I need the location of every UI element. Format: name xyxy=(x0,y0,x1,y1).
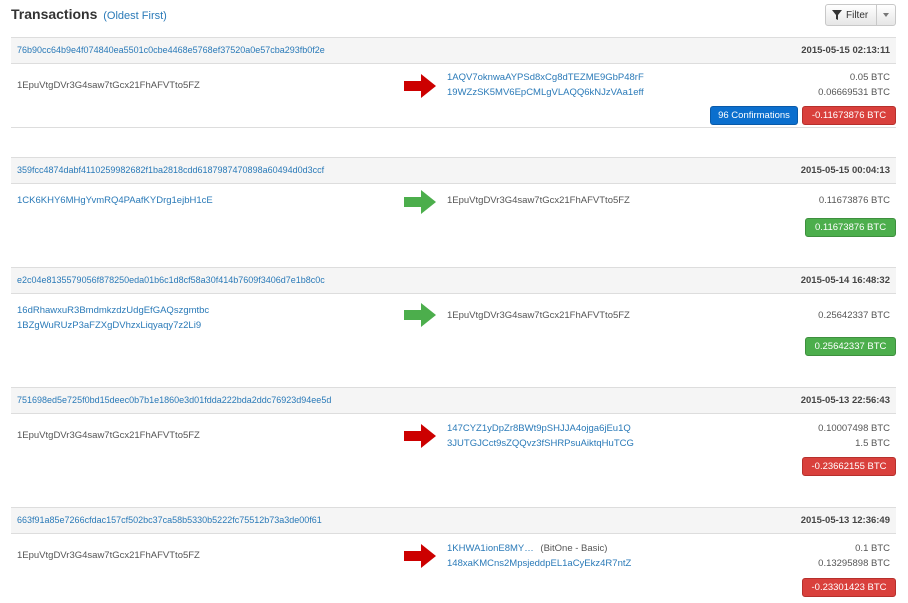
total-amount-badge: -0.11673876 BTC xyxy=(802,106,896,125)
output-amount: 1.5 BTC xyxy=(855,438,890,449)
output-address-label: (BitOne - Basic) xyxy=(540,543,608,554)
transaction-hash-link[interactable]: 359fcc4874dabf4110259982682f1ba2818cdd61… xyxy=(17,165,324,175)
output-address: 1EpuVtgDVr3G4saw7tGcx21FhAFVTto5FZ xyxy=(447,310,630,321)
output-addresses: 1KHWA1ionE8MY… (BitOne - Basic) 148xaKMC… xyxy=(447,541,631,571)
transaction-item: 359fcc4874dabf4110259982682f1ba2818cdd61… xyxy=(11,157,896,268)
arrow-right-red-icon xyxy=(404,424,436,448)
filter-button-label: Filter xyxy=(846,9,869,21)
total-amount-badge: -0.23301423 BTC xyxy=(802,578,896,597)
transaction-item: e2c04e8135579056f878250eda01b6c1d8cf58a3… xyxy=(11,267,896,388)
filter-icon xyxy=(832,10,842,20)
output-addresses: 1EpuVtgDVr3G4saw7tGcx21FhAFVTto5FZ xyxy=(447,193,630,208)
output-amount: 0.13295898 BTC xyxy=(818,558,890,569)
source-address-link[interactable]: 16dRhawxuR3BmdmkzdzUdgEfGAQszgmtbc xyxy=(17,303,209,318)
transaction-hash-link[interactable]: e2c04e8135579056f878250eda01b6c1d8cf58a3… xyxy=(17,275,325,285)
source-address: 1EpuVtgDVr3G4saw7tGcx21FhAFVTto5FZ xyxy=(17,430,200,441)
output-amount: 0.05 BTC xyxy=(849,72,890,83)
transaction-item: 76b90cc64b9e4f074840ea5501c0cbe4468e5768… xyxy=(11,37,896,128)
transaction-header: e2c04e8135579056f878250eda01b6c1d8cf58a3… xyxy=(11,268,896,294)
output-amount: 0.10007498 BTC xyxy=(818,423,890,434)
output-address-link[interactable]: 1KHWA1ionE8MY… xyxy=(447,543,534,554)
confirmations-badge: 96 Confirmations xyxy=(710,106,798,125)
output-address-link[interactable]: 3JUTGJCct9sZQQvz3fSHRPsuAiktqHuTCG xyxy=(447,436,634,451)
output-amount: 0.06669531 BTC xyxy=(818,87,890,98)
source-address-link[interactable]: 1CK6KHY6MHgYvmRQ4PAafKYDrg1ejbH1cE xyxy=(17,195,213,206)
transaction-time: 2015-05-13 22:56:43 xyxy=(800,395,890,406)
transaction-header: 751698ed5e725f0bd15deec0b7b1e1860e3d01fd… xyxy=(11,388,896,414)
arrow-right-red-icon xyxy=(404,544,436,568)
source-addresses: 16dRhawxuR3BmdmkzdzUdgEfGAQszgmtbc 1BZgW… xyxy=(17,303,209,333)
transaction-header: 76b90cc64b9e4f074840ea5501c0cbe4468e5768… xyxy=(11,38,896,64)
output-amount: 0.11673876 BTC xyxy=(818,195,890,206)
output-addresses: 1EpuVtgDVr3G4saw7tGcx21FhAFVTto5FZ xyxy=(447,308,630,323)
output-address-link[interactable]: 19WZzSK5MV6EpCMLgVLAQQ6kNJzVAa1eff xyxy=(447,85,644,100)
output-amounts: 0.05 BTC 0.06669531 BTC xyxy=(818,70,890,100)
source-address: 1EpuVtgDVr3G4saw7tGcx21FhAFVTto5FZ xyxy=(17,550,200,561)
total-amount-badge: -0.23662155 BTC xyxy=(802,457,896,476)
transaction-item: 751698ed5e725f0bd15deec0b7b1e1860e3d01fd… xyxy=(11,387,896,508)
transaction-item: 663f91a85e7266cfdac157cf502bc37ca58b5330… xyxy=(11,507,896,603)
transaction-hash-link[interactable]: 663f91a85e7266cfdac157cf502bc37ca58b5330… xyxy=(17,515,322,525)
transaction-body: 1EpuVtgDVr3G4saw7tGcx21FhAFVTto5FZ 147CY… xyxy=(11,414,896,508)
output-amount: 0.1 BTC xyxy=(855,543,890,554)
transaction-time: 2015-05-13 12:36:49 xyxy=(800,515,890,526)
transactions-header: Transactions (Oldest First) Filter xyxy=(0,0,908,34)
source-address-link[interactable]: 1BZgWuRUzP3aFZXgDVhzxLiqyaqy7z2Li9 xyxy=(17,318,209,333)
output-amounts: 0.25642337 BTC xyxy=(818,308,890,323)
sort-order-link[interactable]: (Oldest First) xyxy=(103,10,167,22)
transaction-body: 1EpuVtgDVr3G4saw7tGcx21FhAFVTto5FZ 1KHWA… xyxy=(11,534,896,603)
page-title-text: Transactions xyxy=(11,6,98,22)
transaction-body: 1CK6KHY6MHgYvmRQ4PAafKYDrg1ejbH1cE 1EpuV… xyxy=(11,184,896,268)
output-amount: 0.25642337 BTC xyxy=(818,310,890,321)
page-title: Transactions (Oldest First) xyxy=(11,6,167,22)
output-amounts: 0.10007498 BTC 1.5 BTC xyxy=(818,421,890,451)
total-amount-badge: 0.11673876 BTC xyxy=(805,218,896,237)
chevron-down-icon xyxy=(883,13,890,17)
transaction-time: 2015-05-14 16:48:32 xyxy=(800,275,890,286)
arrow-right-green-icon xyxy=(404,303,436,327)
output-addresses: 1AQV7oknwaAYPSd8xCg8dTEZME9GbP48rF 19WZz… xyxy=(447,70,644,100)
filter-button[interactable]: Filter xyxy=(826,5,878,25)
total-amount-badge: 0.25642337 BTC xyxy=(805,337,896,356)
output-address-link[interactable]: 147CYZ1yDpZr8BWt9pSHJJA4ojga6jEu1Q xyxy=(447,421,634,436)
output-amounts: 0.1 BTC 0.13295898 BTC xyxy=(818,541,890,571)
transaction-body: 16dRhawxuR3BmdmkzdzUdgEfGAQszgmtbc 1BZgW… xyxy=(11,294,896,388)
transaction-time: 2015-05-15 00:04:13 xyxy=(800,165,890,176)
output-address: 1EpuVtgDVr3G4saw7tGcx21FhAFVTto5FZ xyxy=(447,195,630,206)
transaction-body: 1EpuVtgDVr3G4saw7tGcx21FhAFVTto5FZ 1AQV7… xyxy=(11,64,896,128)
output-addresses: 147CYZ1yDpZr8BWt9pSHJJA4ojga6jEu1Q 3JUTG… xyxy=(447,421,634,451)
source-address: 1EpuVtgDVr3G4saw7tGcx21FhAFVTto5FZ xyxy=(17,80,200,91)
output-address-link[interactable]: 1AQV7oknwaAYPSd8xCg8dTEZME9GbP48rF xyxy=(447,70,644,85)
filter-dropdown-toggle[interactable] xyxy=(877,5,895,25)
transaction-header: 663f91a85e7266cfdac157cf502bc37ca58b5330… xyxy=(11,508,896,534)
transaction-header: 359fcc4874dabf4110259982682f1ba2818cdd61… xyxy=(11,158,896,184)
filter-button-group: Filter xyxy=(825,4,896,26)
output-address-link[interactable]: 148xaKMCns2MpsjeddpEL1aCyEkz4R7ntZ xyxy=(447,556,631,571)
arrow-right-green-icon xyxy=(404,190,436,214)
transaction-hash-link[interactable]: 76b90cc64b9e4f074840ea5501c0cbe4468e5768… xyxy=(17,45,325,55)
output-amounts: 0.11673876 BTC xyxy=(819,193,890,208)
transaction-hash-link[interactable]: 751698ed5e725f0bd15deec0b7b1e1860e3d01fd… xyxy=(17,395,331,405)
arrow-right-red-icon xyxy=(404,74,436,98)
transaction-time: 2015-05-15 02:13:11 xyxy=(801,45,890,56)
